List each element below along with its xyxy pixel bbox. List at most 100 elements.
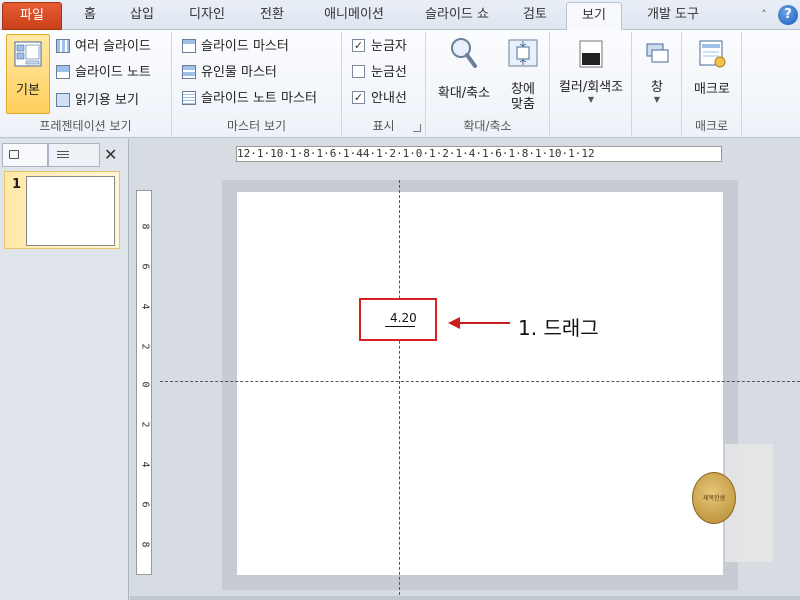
tab-design[interactable]: 디자인 [176, 2, 238, 30]
gridlines-label: 눈금선 [371, 65, 407, 80]
notes-page-label: 슬라이드 노트 [75, 65, 151, 80]
guides-check-icon: ✓ [352, 91, 365, 104]
window-button[interactable]: 창 ▼ [636, 34, 678, 134]
normal-view-icon [14, 41, 42, 67]
panel-tabs: ✕ [0, 143, 129, 167]
tab-animations[interactable]: 애니메이션 [306, 2, 402, 30]
help-icon[interactable]: ? [778, 5, 798, 25]
slide-master-label: 슬라이드 마스터 [201, 39, 289, 54]
group-window: 창 ▼ [632, 32, 682, 136]
vruler-label: 2 [139, 343, 151, 350]
color-grayscale-label: 컬러/회색조 [558, 80, 624, 95]
fit-to-window-icon [508, 39, 538, 67]
outline-tab-icon [57, 151, 69, 160]
vruler-label: 2 [139, 421, 151, 428]
fit-to-window-label-2: 맞춤 [511, 97, 535, 112]
seal-logo: 제목한샘 [692, 472, 736, 524]
slide-number: 1 [12, 177, 22, 192]
slide-thumbnail-panel: ✕ 1 [0, 139, 129, 600]
tab-review[interactable]: 검토 [512, 2, 558, 30]
handout-master-label: 유인물 마스터 [201, 65, 277, 80]
group-label-presentation-views: 프레젠테이션 보기 [39, 119, 132, 133]
horizontal-ruler: 12·1·10·1·8·1·6·1·44·1·2·1·0·1·2·1·4·1·6… [236, 146, 722, 162]
tab-slide-show[interactable]: 슬라이드 쇼 [410, 2, 504, 30]
dialog-launcher-icon[interactable] [413, 124, 421, 132]
group-presentation-views: 기본 여러 슬라이드 슬라이드 노트 읽기용 보기 프레젠테이션 보기 [0, 32, 172, 136]
color-grayscale-icon [579, 40, 603, 68]
group-macros: 매크로 매크로 [682, 32, 742, 136]
zoom-button[interactable]: 확대/축소 [430, 34, 498, 114]
fit-to-window-label-1: 창에 [511, 82, 535, 97]
tab-transitions[interactable]: 전환 [248, 2, 296, 30]
ribbon: 기본 여러 슬라이드 슬라이드 노트 읽기용 보기 프레젠테이션 보기 슬라이드… [0, 30, 800, 138]
slide-thumbnail[interactable] [26, 176, 115, 246]
group-master-views: 슬라이드 마스터 유인물 마스터 슬라이드 노트 마스터 마스터 보기 [172, 32, 342, 136]
normal-view-button[interactable]: 기본 [6, 34, 50, 114]
ribbon-tab-bar: 파일 홈 삽입 디자인 전환 애니메이션 슬라이드 쇼 검토 보기 개발 도구 … [0, 0, 800, 31]
minimize-ribbon-icon[interactable]: ˄ [757, 8, 771, 22]
scrollbar-bottom[interactable] [130, 596, 800, 600]
handout-master-button[interactable]: 유인물 마스터 [182, 62, 277, 84]
guide-drag-line [385, 326, 415, 327]
color-grayscale-dropdown-icon: ▼ [587, 95, 595, 104]
window-icon [646, 43, 669, 63]
tab-outline[interactable] [48, 143, 100, 167]
tab-developer[interactable]: 개발 도구 [630, 2, 716, 30]
vruler-label: 8 [139, 541, 151, 548]
slide-master-icon [182, 38, 196, 53]
vertical-guide[interactable] [399, 180, 400, 600]
tab-file[interactable]: 파일 [2, 2, 62, 30]
window-label: 창 [651, 80, 663, 95]
ruler-check-icon: ✓ [352, 39, 365, 52]
vruler-label: 6 [139, 501, 151, 508]
macros-label: 매크로 [694, 82, 730, 97]
group-label-macros: 매크로 [694, 119, 729, 133]
book-icon [56, 92, 70, 107]
group-label-show-text: 표시 [372, 119, 395, 133]
vruler-label: 4 [139, 461, 151, 468]
notes-master-label: 슬라이드 노트 마스터 [201, 91, 317, 106]
ruler-label: 눈금자 [371, 39, 407, 54]
group-label-zoom: 확대/축소 [463, 119, 512, 133]
color-grayscale-button[interactable]: 컬러/회색조 ▼ [554, 34, 628, 134]
tab-view[interactable]: 보기 [566, 2, 622, 31]
horizontal-guide[interactable] [160, 381, 800, 382]
slides-tab-icon [9, 150, 19, 159]
tab-slides[interactable] [2, 143, 48, 167]
handout-master-icon [182, 64, 196, 79]
tab-home[interactable]: 홈 [72, 2, 108, 30]
vruler-label: 0 [139, 381, 151, 388]
slide-sorter-button[interactable]: 여러 슬라이드 [56, 36, 151, 58]
notes-master-icon [182, 90, 196, 105]
notes-master-button[interactable]: 슬라이드 노트 마스터 [182, 88, 317, 110]
macros-button[interactable]: 매크로 [686, 34, 738, 114]
notes-page-button[interactable]: 슬라이드 노트 [56, 62, 151, 84]
window-dropdown-icon: ▼ [653, 95, 661, 104]
vruler-label: 6 [139, 263, 151, 270]
slide-sorter-icon [56, 38, 70, 53]
fit-to-window-button[interactable]: 창에 맞춤 [500, 34, 546, 114]
guides-checkbox[interactable]: ✓ 안내선 [352, 88, 407, 110]
close-icon[interactable]: ✕ [104, 145, 117, 164]
macros-icon [699, 40, 726, 68]
normal-view-label: 기본 [16, 83, 40, 98]
guide-position-readout: 4.20 [390, 311, 417, 325]
ruler-checkbox[interactable]: ✓ 눈금자 [352, 36, 407, 58]
group-color-grayscale: 컬러/회색조 ▼ [550, 32, 632, 136]
zoom-label: 확대/축소 [437, 86, 491, 101]
group-show: ✓ 눈금자 눈금선 ✓ 안내선 표시 [342, 32, 426, 136]
group-label-master-views: 마스터 보기 [226, 119, 286, 133]
reading-view-button[interactable]: 읽기용 보기 [56, 90, 139, 112]
gridlines-check-icon [352, 65, 365, 78]
slide-master-button[interactable]: 슬라이드 마스터 [182, 36, 289, 58]
guides-label: 안내선 [371, 91, 407, 106]
tab-insert[interactable]: 삽입 [118, 2, 166, 30]
vruler-label: 8 [139, 223, 151, 230]
notes-page-icon [56, 64, 70, 79]
arrow-left-icon [448, 317, 510, 329]
slide-canvas[interactable] [237, 192, 723, 575]
gridlines-checkbox[interactable]: 눈금선 [352, 62, 407, 84]
vruler-label: 4 [139, 303, 151, 310]
instruction-annotation: 1. 드래그 [518, 316, 599, 340]
reading-view-label: 읽기용 보기 [75, 93, 139, 108]
